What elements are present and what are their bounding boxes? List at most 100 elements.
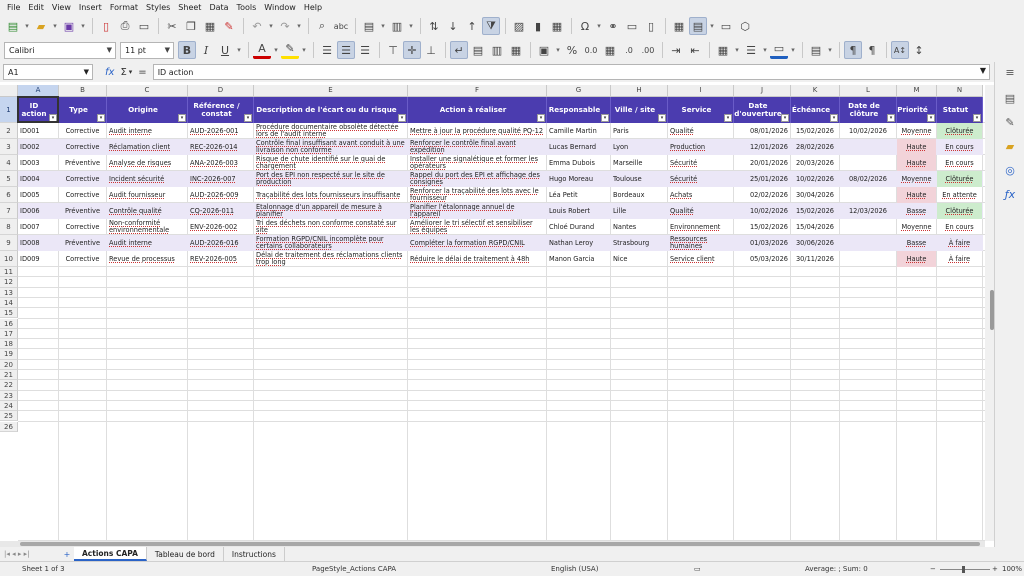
autofilter-icon[interactable]: ⧩ bbox=[482, 17, 500, 35]
table-cell[interactable]: 25/01/2026 bbox=[734, 171, 790, 187]
italic-icon[interactable]: I bbox=[197, 41, 215, 59]
table-cell[interactable]: 15/02/2026 bbox=[791, 123, 839, 139]
borders-icon[interactable]: ▦ bbox=[714, 41, 732, 59]
column-header-m[interactable]: M bbox=[897, 85, 937, 97]
table-cell[interactable]: En cours bbox=[937, 219, 982, 235]
table-cell[interactable]: ID006 bbox=[18, 203, 58, 219]
table-cell[interactable]: Corrective bbox=[59, 171, 106, 187]
save-icon[interactable]: ▣ bbox=[60, 17, 78, 35]
table-cell[interactable]: Sécurité bbox=[668, 171, 733, 187]
table-cell[interactable]: Réduire le délai de traitement à 48h bbox=[408, 251, 546, 267]
zoom-slider[interactable] bbox=[940, 569, 990, 570]
name-box[interactable]: A1 ▼ bbox=[3, 64, 93, 80]
header-cell[interactable]: Origine ▾ bbox=[107, 97, 188, 123]
column-icon[interactable]: ▥ bbox=[388, 17, 406, 35]
number-format-icon[interactable]: 0.0 bbox=[582, 41, 600, 59]
table-cell[interactable]: Préventive bbox=[59, 235, 106, 251]
table-cell[interactable]: REC-2026-014 bbox=[188, 139, 253, 155]
table-cell[interactable]: 28/02/2026 bbox=[791, 139, 839, 155]
properties-icon[interactable]: ▤ bbox=[1002, 92, 1018, 108]
header-cell[interactable]: Action à réaliser ▾ bbox=[408, 97, 547, 123]
left-to-right-icon[interactable]: ¶ bbox=[844, 41, 862, 59]
row-header[interactable]: 12 bbox=[0, 277, 18, 288]
table-cell[interactable]: Revue de processus bbox=[107, 251, 187, 267]
table-cell[interactable]: Corrective bbox=[59, 251, 106, 267]
row-header[interactable]: 3 bbox=[0, 139, 18, 155]
menu-window[interactable]: Window bbox=[264, 3, 296, 12]
table-cell[interactable]: Corrective bbox=[59, 123, 106, 139]
menu-sheet[interactable]: Sheet bbox=[178, 3, 201, 12]
column-header-h[interactable]: H bbox=[611, 85, 668, 97]
autofilter-dropdown-icon[interactable]: ▾ bbox=[973, 114, 981, 122]
save-dropdown-icon[interactable]: ▾ bbox=[79, 17, 87, 35]
new-document-icon[interactable]: ▤ bbox=[4, 17, 22, 35]
table-cell[interactable]: Haute bbox=[897, 139, 936, 155]
underline-icon[interactable]: U bbox=[216, 41, 234, 59]
table-cell[interactable]: Mettre à jour la procédure qualité PQ-12 bbox=[408, 123, 546, 139]
table-cell[interactable]: Nice bbox=[611, 251, 667, 267]
table-cell[interactable]: 08/01/2026 bbox=[734, 123, 790, 139]
sort-icon[interactable]: ⇅ bbox=[425, 17, 443, 35]
table-cell[interactable]: Nantes bbox=[611, 219, 667, 235]
header-cell[interactable]: Priorité ▾ bbox=[897, 97, 937, 123]
table-cell[interactable]: Clôturée bbox=[937, 203, 982, 219]
table-cell[interactable]: Moyenne bbox=[897, 171, 936, 187]
expand-formula-icon[interactable]: ▼ bbox=[980, 66, 986, 75]
table-cell[interactable]: Haute bbox=[897, 251, 936, 267]
table-cell[interactable]: Préventive bbox=[59, 155, 106, 171]
table-cell[interactable]: AUD-2026-016 bbox=[188, 235, 253, 251]
horizontal-scroll-thumb[interactable] bbox=[20, 542, 980, 546]
table-cell[interactable]: Louis Robert bbox=[547, 203, 610, 219]
table-cell[interactable]: Corrective bbox=[59, 139, 106, 155]
table-cell[interactable]: 15/02/2026 bbox=[791, 203, 839, 219]
special-character-icon[interactable]: Ω bbox=[576, 17, 594, 35]
conditional-dropdown-icon[interactable]: ▾ bbox=[826, 41, 834, 59]
align-bottom-icon[interactable]: ⊥ bbox=[422, 41, 440, 59]
table-cell[interactable] bbox=[840, 155, 896, 171]
table-cell[interactable]: Qualité bbox=[668, 203, 733, 219]
undo-icon[interactable]: ↶ bbox=[248, 17, 266, 35]
align-top-icon[interactable]: ⊤ bbox=[384, 41, 402, 59]
date-format-icon[interactable]: ▦ bbox=[601, 41, 619, 59]
freeze-dropdown-icon[interactable]: ▾ bbox=[708, 17, 716, 35]
underline-dropdown-icon[interactable]: ▾ bbox=[235, 41, 243, 59]
borders-dropdown-icon[interactable]: ▾ bbox=[733, 41, 741, 59]
status-language[interactable]: English (USA) bbox=[551, 565, 598, 573]
table-cell[interactable]: 12/01/2026 bbox=[734, 139, 790, 155]
table-cell[interactable]: Rappel du port des EPI et affichage des … bbox=[408, 171, 546, 187]
table-cell[interactable]: Camille Martin bbox=[547, 123, 610, 139]
table-cell[interactable]: Lucas Bernard bbox=[547, 139, 610, 155]
table-cell[interactable]: Environnement bbox=[668, 219, 733, 235]
table-cell[interactable]: CQ-2026-011 bbox=[188, 203, 253, 219]
column-header-e[interactable]: E bbox=[254, 85, 408, 97]
table-cell[interactable]: Nathan Leroy bbox=[547, 235, 610, 251]
table-cell[interactable]: Achats bbox=[668, 187, 733, 203]
border-color-dropdown-icon[interactable]: ▾ bbox=[789, 41, 797, 59]
border-style-icon[interactable]: ☰ bbox=[742, 41, 760, 59]
column-header-n[interactable]: N bbox=[937, 85, 983, 97]
table-cell[interactable]: 15/04/2026 bbox=[791, 219, 839, 235]
header-footer-icon[interactable]: ▯ bbox=[642, 17, 660, 35]
autofilter-dropdown-icon[interactable]: ▾ bbox=[398, 114, 406, 122]
header-cell[interactable]: Statut ▾ bbox=[937, 97, 983, 123]
currency-format-icon[interactable]: ▣ bbox=[535, 41, 553, 59]
selection-mode-icon[interactable]: ▭ bbox=[694, 565, 701, 573]
table-cell[interactable]: Toulouse bbox=[611, 171, 667, 187]
autofilter-dropdown-icon[interactable]: ▾ bbox=[49, 114, 57, 122]
table-cell[interactable]: En cours bbox=[937, 155, 982, 171]
row-header[interactable]: 1 bbox=[0, 97, 18, 123]
table-cell[interactable]: Préventive bbox=[59, 203, 106, 219]
table-cell[interactable]: 10/02/2026 bbox=[734, 203, 790, 219]
table-cell[interactable]: Marseille bbox=[611, 155, 667, 171]
redo-icon[interactable]: ↷ bbox=[276, 17, 294, 35]
table-cell[interactable]: Renforcer la traçabilité des lots avec l… bbox=[408, 187, 546, 203]
table-cell[interactable]: Haute bbox=[897, 187, 936, 203]
sheet-navigation-buttons[interactable]: |◂ ◂ ▸ ▸| bbox=[0, 550, 60, 558]
table-cell[interactable]: Sécurité bbox=[668, 155, 733, 171]
table-cell[interactable]: Production bbox=[668, 139, 733, 155]
table-cell[interactable]: Léa Petit bbox=[547, 187, 610, 203]
table-cell[interactable]: En attente bbox=[937, 187, 982, 203]
table-cell[interactable]: Audit interne bbox=[107, 123, 187, 139]
autofilter-dropdown-icon[interactable]: ▾ bbox=[887, 114, 895, 122]
row-header[interactable]: 6 bbox=[0, 187, 18, 203]
